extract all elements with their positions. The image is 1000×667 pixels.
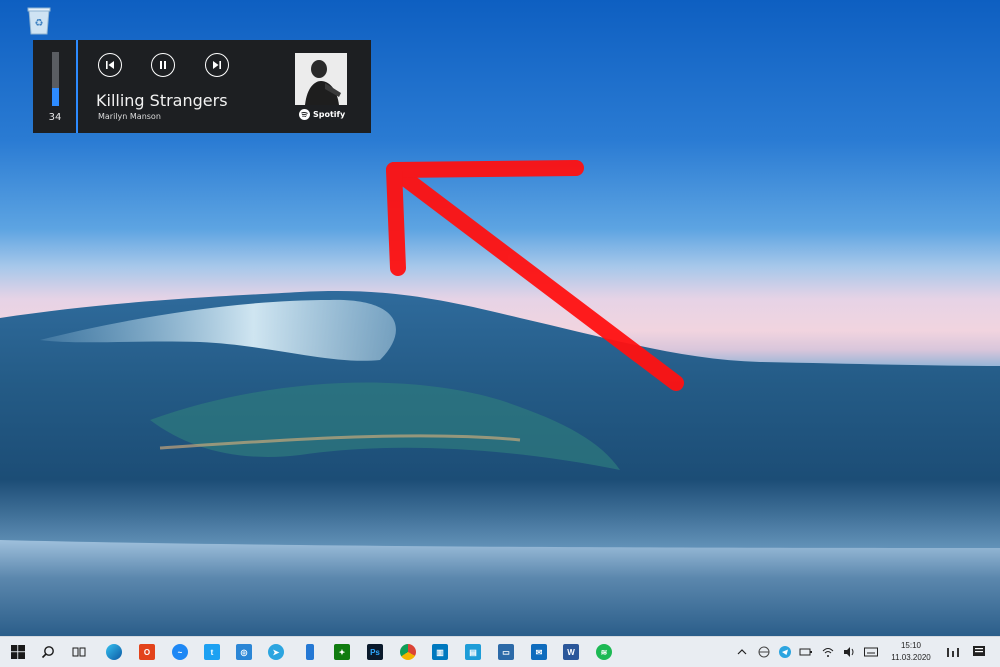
track-title: Killing Strangers — [96, 91, 228, 110]
instagram-icon: ◎ — [236, 644, 252, 660]
word-icon: W — [563, 644, 579, 660]
search-icon — [41, 646, 54, 659]
widget-divider — [76, 40, 78, 133]
xbox-app[interactable]: ✦ — [332, 642, 352, 662]
phone-icon — [306, 644, 314, 660]
tray-wifi[interactable] — [821, 645, 835, 659]
office-app[interactable]: O — [137, 642, 157, 662]
photoshop-icon: Ps — [367, 644, 383, 660]
taskbar: O ~ t ◎ ➤ ✦ Ps ▥ ▤ ▭ ✉ W ≋ 15:10 11.03.2… — [0, 636, 1000, 667]
tray-battery[interactable] — [799, 645, 813, 659]
chrome-app[interactable] — [398, 642, 418, 662]
telegram-tray-icon — [779, 646, 791, 658]
tray-volume[interactable] — [842, 645, 856, 659]
volume-slider[interactable] — [52, 52, 59, 106]
azure-icon: ▤ — [465, 644, 481, 660]
telegram-icon: ➤ — [268, 644, 284, 660]
source-label: Spotify — [313, 110, 346, 119]
previous-button[interactable] — [98, 53, 122, 77]
next-button[interactable] — [205, 53, 229, 77]
tray-keyboard[interactable] — [864, 645, 878, 659]
start-button[interactable] — [8, 642, 28, 662]
phone-app[interactable] — [300, 642, 320, 662]
word-app[interactable]: W — [561, 642, 581, 662]
photoshop-app[interactable]: Ps — [365, 642, 385, 662]
skip-previous-icon — [106, 61, 114, 69]
twitter-icon: t — [204, 644, 220, 660]
chrome-icon — [400, 644, 416, 660]
spotify-taskbar-icon: ≋ — [596, 644, 612, 660]
task-view-icon — [72, 647, 86, 657]
tray-telegram[interactable] — [778, 645, 792, 659]
spotify-app[interactable]: ≋ — [594, 642, 614, 662]
telegram-app[interactable]: ➤ — [266, 642, 286, 662]
pause-button[interactable] — [151, 53, 175, 77]
wifi-icon — [822, 648, 834, 657]
album-art — [295, 53, 347, 105]
clock-time: 15:10 — [900, 641, 922, 650]
clock-date: 11.03.2020 — [891, 653, 931, 662]
clock[interactable]: 15:10 11.03.2020 — [880, 640, 942, 664]
media-player-widget: 34 Killing Strangers Marilyn Manson Spot… — [33, 40, 371, 133]
messenger-icon: ~ — [172, 644, 188, 660]
tray-app-meter[interactable] — [946, 645, 960, 659]
mail-app[interactable]: ✉ — [529, 642, 549, 662]
globe-icon — [758, 646, 770, 658]
desktop: ♻ 34 Killing Strangers Marilyn Manson Sp… — [0, 0, 1000, 636]
spotify-icon — [299, 109, 310, 120]
xbox-icon: ✦ — [334, 644, 350, 660]
terminal-icon: ▭ — [498, 644, 514, 660]
trello-icon: ▥ — [432, 644, 448, 660]
bars-icon — [947, 648, 959, 657]
chevron-up-icon — [737, 649, 747, 655]
pause-icon — [160, 61, 166, 69]
edge-icon — [106, 644, 122, 660]
svg-text:♻: ♻ — [35, 18, 44, 29]
edge-app[interactable] — [104, 642, 124, 662]
task-view-button[interactable] — [69, 642, 89, 662]
keyboard-icon — [864, 647, 878, 657]
spotify-badge: Spotify — [299, 109, 345, 120]
search-button[interactable] — [38, 642, 58, 662]
show-hidden-icons-button[interactable] — [735, 645, 749, 659]
twitter-app[interactable]: t — [202, 642, 222, 662]
battery-icon — [799, 648, 812, 656]
skip-next-icon — [213, 61, 221, 69]
recycle-bin-icon[interactable]: ♻ — [24, 4, 54, 36]
tray-network-app[interactable] — [757, 645, 771, 659]
volume-value: 34 — [48, 112, 62, 123]
action-center-button[interactable] — [972, 645, 986, 659]
volume-level — [52, 87, 59, 106]
speaker-icon — [844, 647, 854, 657]
track-artist: Marilyn Manson — [98, 112, 161, 121]
trello-app[interactable]: ▥ — [430, 642, 450, 662]
notification-icon — [973, 646, 985, 656]
windows-logo-icon — [11, 645, 25, 659]
messenger-app[interactable]: ~ — [170, 642, 190, 662]
office-icon: O — [139, 644, 155, 660]
mail-icon: ✉ — [531, 644, 547, 660]
azure-app[interactable]: ▤ — [463, 642, 483, 662]
terminal-app[interactable]: ▭ — [496, 642, 516, 662]
instagram-app[interactable]: ◎ — [234, 642, 254, 662]
